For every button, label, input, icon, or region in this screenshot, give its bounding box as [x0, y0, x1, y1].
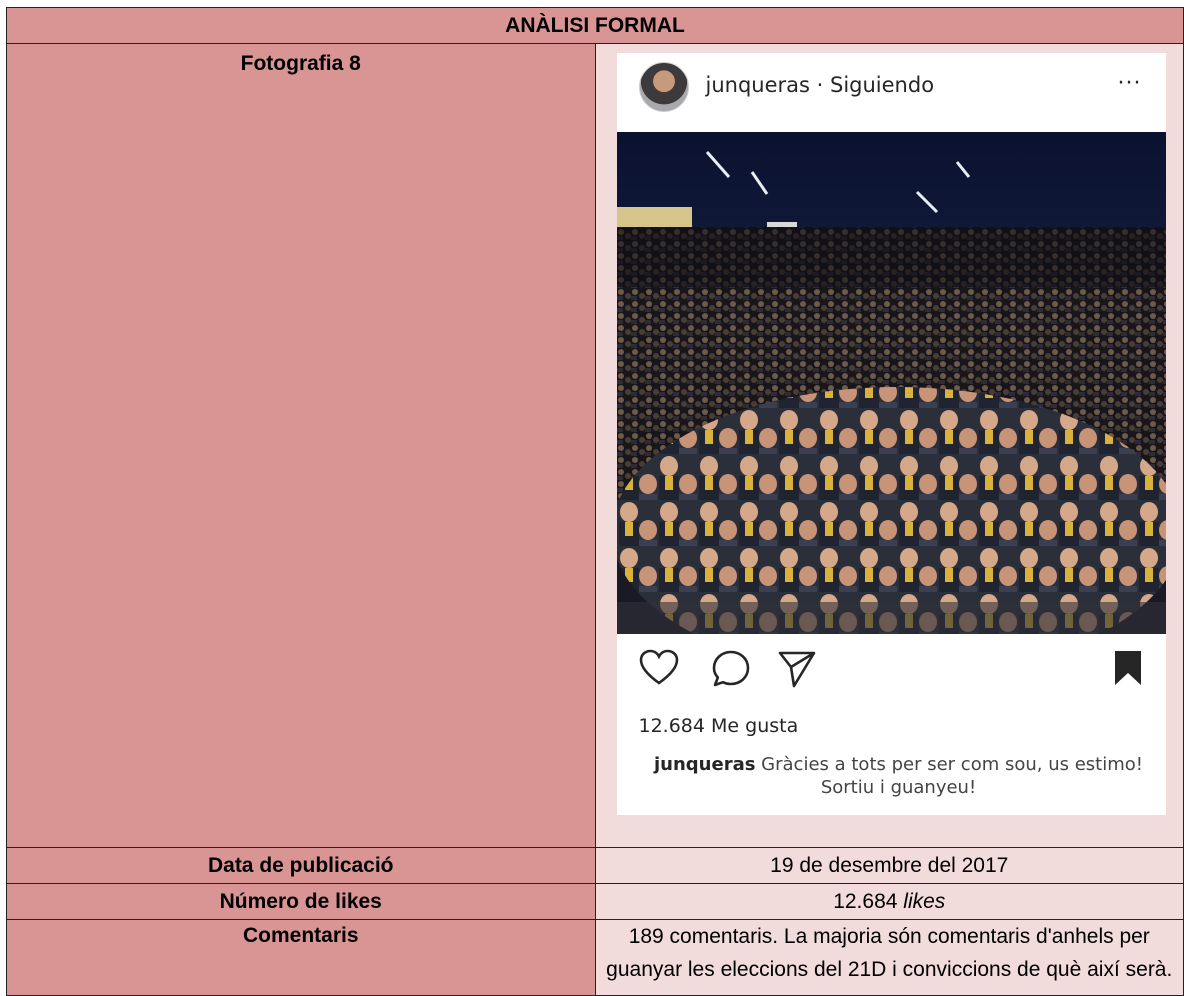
analysis-table: ANÀLISI FORMAL Fotografia 8 junqueras · …	[6, 7, 1184, 996]
likes-number: 12.684	[833, 889, 898, 913]
likes-count[interactable]: 12.684 Me gusta	[639, 715, 799, 737]
post-actions	[617, 649, 1166, 699]
post-photo	[616, 132, 1166, 634]
heart-icon[interactable]	[639, 649, 679, 687]
caption-text: Gràcies a tots per ser com sou, us estim…	[761, 754, 1143, 798]
caption-username[interactable]: junqueras	[654, 754, 755, 775]
likes-value: 12.684 likes	[594, 883, 1184, 920]
likes-label: Número de likes	[6, 883, 596, 920]
caption: junqueras Gràcies a tots per ser com sou…	[639, 753, 1159, 799]
comments-label: Comentaris	[6, 919, 596, 996]
more-options-icon[interactable]: ···	[1118, 71, 1142, 96]
follow-status[interactable]: Siguiendo	[830, 73, 934, 97]
avatar[interactable]	[638, 62, 689, 112]
share-icon[interactable]	[777, 649, 817, 689]
username[interactable]: junqueras	[706, 73, 810, 97]
comment-icon[interactable]	[711, 649, 751, 689]
date-value: 19 de desembre del 2017	[594, 847, 1184, 884]
bookmark-icon[interactable]	[1113, 649, 1143, 687]
post-user-line: junqueras · Siguiendo	[706, 73, 935, 97]
post-header: junqueras · Siguiendo ···	[617, 53, 1166, 123]
date-label: Data de publicació	[6, 847, 596, 884]
table-title: ANÀLISI FORMAL	[6, 7, 1184, 44]
photo-cell: junqueras · Siguiendo ··· 12.684 Me gust…	[594, 43, 1184, 848]
comments-value: 189 comentaris. La majoria són comentari…	[594, 919, 1184, 996]
likes-word: likes	[903, 889, 946, 913]
instagram-post: junqueras · Siguiendo ··· 12.684 Me gust…	[616, 53, 1166, 815]
crowd-photo	[616, 132, 1166, 634]
separator: ·	[809, 73, 830, 97]
photo-label: Fotografia 8	[6, 43, 596, 848]
